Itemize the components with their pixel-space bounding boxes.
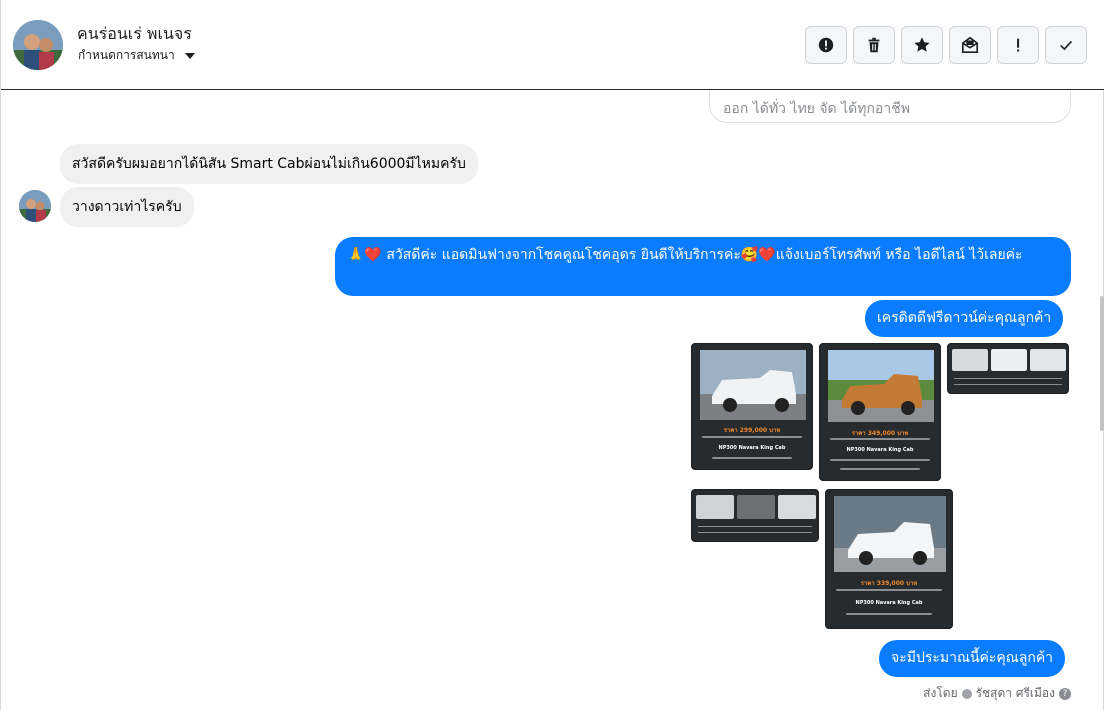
trash-icon <box>868 37 880 53</box>
alert-circle-icon <box>818 37 834 53</box>
sent-by-info: ส่งโดย รัชสุดา ศรีเมือง ? <box>923 684 1071 703</box>
message-thread[interactable]: ออก ได้ทั่ว ไทย จัด ได้ทุกอาชีพ สวัสดีคร… <box>1 91 1104 710</box>
conversation-header: คนร่อนเร่ พเนจร กำหนดการสนทนา <box>1 0 1104 90</box>
car-thumb <box>778 495 816 519</box>
car-model: NP300 Navara King Cab <box>846 447 914 453</box>
assign-label: กำหนดการสนทนา <box>78 48 175 62</box>
previous-card-text: ออก ได้ทั่ว ไทย จัด ได้ทุกอาชีพ <box>723 101 910 117</box>
car-photo <box>834 496 946 572</box>
outgoing-message[interactable]: จะมีประมาณนี้ค่ะคุณลูกค้า <box>879 640 1066 677</box>
car-image-attachment[interactable]: ราคา 339,000 บาท NP300 Navara King Cab <box>825 489 953 629</box>
contact-avatar[interactable] <box>13 20 63 70</box>
detail-line <box>698 526 812 527</box>
detail-line <box>954 378 1062 379</box>
outgoing-message[interactable]: เครดิตดีฟรีดาวน์ค่ะคุณลูกค้า <box>865 300 1064 337</box>
detail-line <box>702 436 802 438</box>
car-model: NP300 Navara King Cab <box>855 600 923 606</box>
sender-name[interactable]: รัชสุดา ศรีเมือง <box>976 684 1055 703</box>
car-collage-attachment[interactable] <box>947 343 1069 394</box>
sent-by-label: ส่งโดย <box>923 686 958 700</box>
mark-spam-button[interactable] <box>805 26 847 64</box>
incoming-message[interactable]: วางดาวเท่าไรครับ <box>60 187 194 227</box>
assign-conversation-dropdown[interactable]: กำหนดการสนทนา <box>78 46 195 65</box>
car-thumb <box>1030 349 1066 371</box>
detail-line <box>830 459 930 461</box>
detail-line <box>840 468 920 470</box>
star-icon <box>914 37 930 52</box>
car-price: ราคา 349,000 บาท <box>851 430 909 437</box>
car-price: ราคา 339,000 บาท <box>860 580 918 587</box>
caret-down-icon <box>184 52 195 59</box>
check-icon <box>1060 40 1072 51</box>
thread-scrollbar[interactable] <box>1100 296 1104 431</box>
car-price: ราคา 299,000 บาท <box>723 427 781 434</box>
car-thumb <box>952 349 988 371</box>
car-photo <box>700 350 806 420</box>
car-thumb <box>737 495 775 519</box>
mark-unread-button[interactable] <box>949 26 991 64</box>
delete-button[interactable] <box>853 26 895 64</box>
inbox-conversation-window: คนร่อนเร่ พเนจร กำหนดการสนทนา ออก ได้ทั่… <box>0 0 1104 710</box>
contact-name[interactable]: คนร่อนเร่ พเนจร <box>77 22 192 47</box>
car-thumb <box>991 349 1027 371</box>
detail-line <box>846 613 932 615</box>
exclamation-icon <box>1017 38 1020 52</box>
car-model: NP300 Navara King Cab <box>718 445 786 451</box>
contact-avatar-small[interactable] <box>19 190 51 222</box>
star-button[interactable] <box>901 26 943 64</box>
car-thumb <box>696 495 734 519</box>
detail-line <box>830 438 930 440</box>
car-image-attachment[interactable]: ราคา 299,000 บาท NP300 Navara King Cab <box>691 343 813 470</box>
detail-line <box>712 457 792 459</box>
outgoing-message[interactable]: 🙏❤️ สวัสดีค่ะ แอดมินฟางจากโชคคูณโชคอุดร … <box>335 237 1071 296</box>
mark-done-button[interactable] <box>1045 26 1087 64</box>
help-icon[interactable]: ? <box>1059 687 1071 700</box>
car-photo <box>828 350 934 422</box>
conversation-toolbar <box>805 26 1087 64</box>
car-collage-attachment[interactable] <box>691 489 819 542</box>
incoming-message[interactable]: สวัสดีครับผมอยากได้นิสัน Smart Cabผ่อนไม… <box>60 144 478 184</box>
car-image-attachment[interactable]: ราคา 349,000 บาท NP300 Navara King Cab <box>819 343 941 481</box>
mail-open-icon <box>961 36 979 54</box>
sender-check-icon <box>961 688 972 699</box>
detail-line <box>836 589 942 591</box>
previous-message-card: ออก ได้ทั่ว ไทย จัด ได้ทุกอาชีพ <box>709 91 1071 123</box>
follow-up-button[interactable] <box>997 26 1039 64</box>
detail-line <box>954 384 1062 385</box>
detail-line <box>698 532 812 533</box>
